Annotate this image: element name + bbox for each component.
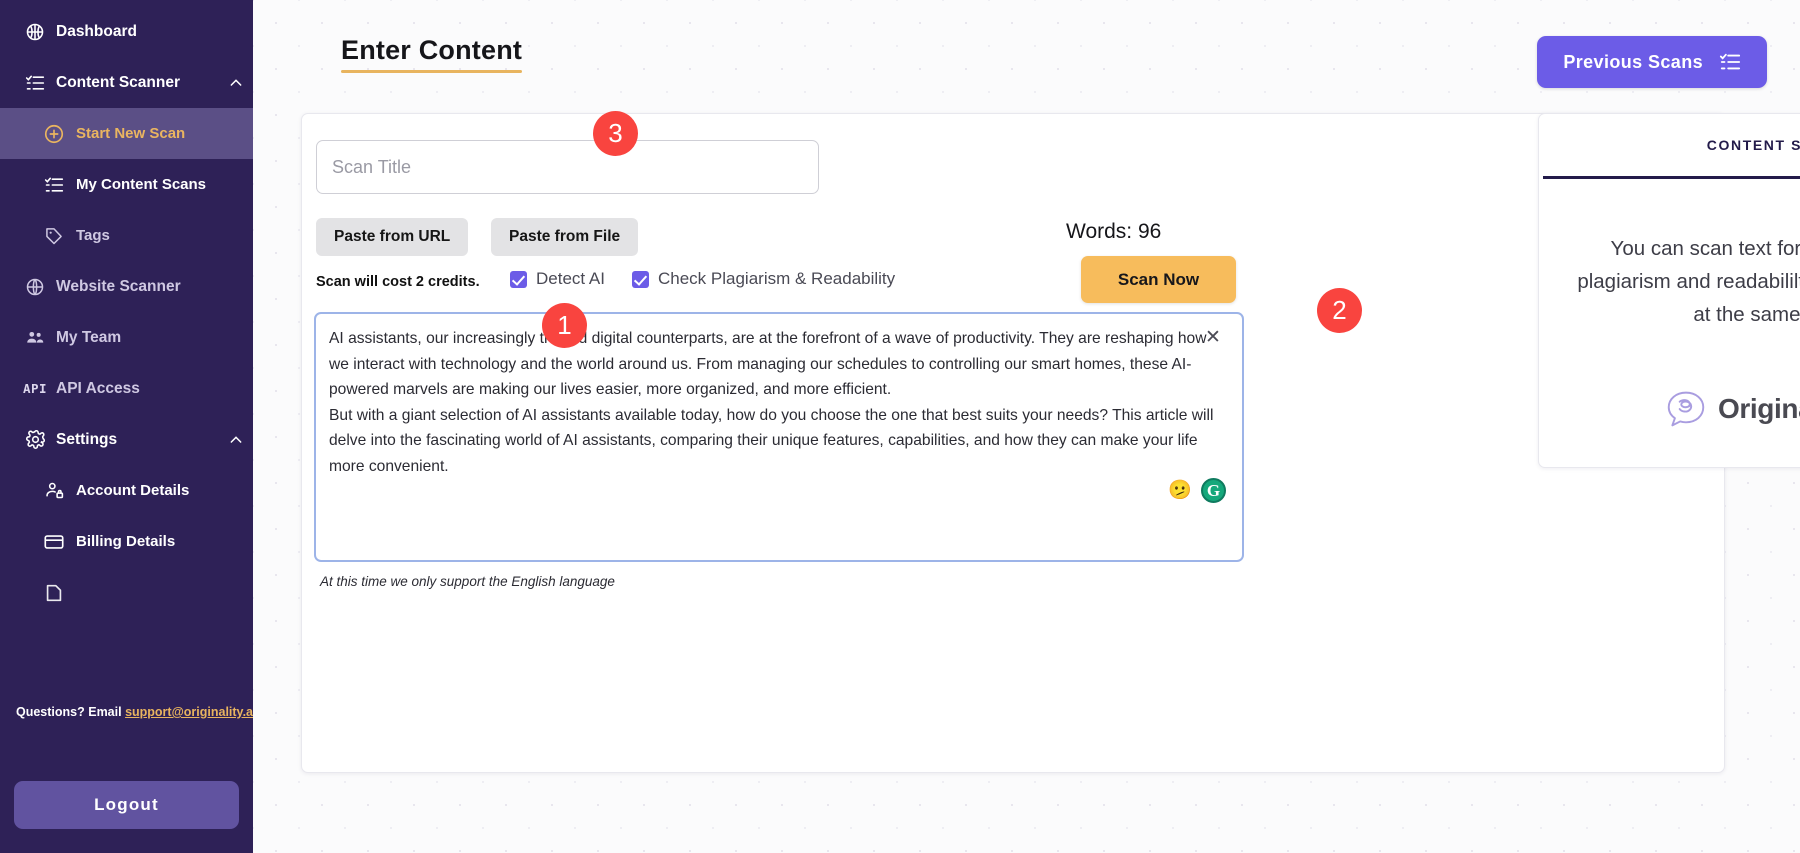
sidebar: Dashboard Content Scanner	[0, 0, 253, 853]
check-plagiarism-readability-checkbox-row[interactable]: Check Plagiarism & Readability	[632, 269, 895, 289]
sidebar-nav-list: Dashboard Content Scanner	[0, 0, 253, 618]
app-root: Dashboard Content Scanner	[0, 0, 1800, 853]
check-plagiarism-label: Check Plagiarism & Readability	[658, 269, 895, 289]
sidebar-item-label: API Access	[56, 380, 253, 398]
support-email-link[interactable]: support@originality.ai	[125, 705, 253, 719]
people-icon	[14, 327, 56, 349]
content-editor-wrapper: AI assistants, our increasingly trusted …	[314, 312, 1244, 562]
word-count: Words: 96	[1066, 220, 1161, 244]
sidebar-item-dashboard[interactable]: Dashboard	[0, 6, 253, 57]
dashboard-globe-icon	[14, 22, 56, 42]
sidebar-item-my-team[interactable]: My Team	[0, 312, 253, 363]
content-scan-result-card: CONTENT SCAN You can scan text for AI co…	[1538, 113, 1800, 468]
paste-from-url-button[interactable]: Paste from URL	[316, 218, 468, 256]
previous-scans-button[interactable]: Previous Scans	[1537, 36, 1767, 88]
language-support-note: At this time we only support the English…	[320, 574, 615, 589]
scan-description: You can scan text for AI content, for pl…	[1567, 232, 1800, 331]
sidebar-item-label: Start New Scan	[76, 125, 253, 142]
grammarly-emoji-icon[interactable]: 🫤	[1168, 481, 1192, 500]
support-prefix: Questions? Email	[16, 705, 125, 719]
sidebar-item-account-details[interactable]: Account Details	[0, 465, 253, 516]
globe-icon	[14, 277, 56, 297]
document-icon	[32, 582, 76, 604]
grammarly-icon[interactable]: G	[1201, 478, 1226, 503]
sidebar-item-label: Website Scanner	[56, 278, 253, 296]
sidebar-item-tags[interactable]: Tags	[0, 210, 253, 261]
sidebar-item-label: Settings	[56, 431, 219, 449]
tab-content-scan[interactable]: CONTENT SCAN	[1539, 137, 1800, 153]
sidebar-item-settings[interactable]: Settings	[0, 414, 253, 465]
sidebar-item-api-access[interactable]: API API Access	[0, 363, 253, 414]
logout-label: Logout	[94, 795, 159, 815]
chevron-up-icon[interactable]	[219, 432, 253, 448]
sidebar-item-label: Content Scanner	[56, 74, 219, 92]
api-badge-icon: API	[14, 381, 56, 396]
paste-from-file-button[interactable]: Paste from File	[491, 218, 638, 256]
sidebar-item-website-scanner[interactable]: Website Scanner	[0, 261, 253, 312]
tag-icon	[32, 226, 76, 246]
tab-underline	[1543, 176, 1800, 179]
detect-ai-checkbox-row[interactable]: Detect AI	[510, 269, 605, 289]
support-email-line: Questions? Email support@originality.ai	[0, 705, 253, 719]
checkbox-checked-icon[interactable]	[632, 271, 649, 288]
page-title: Enter Content	[341, 35, 522, 73]
detect-ai-label: Detect AI	[536, 269, 605, 289]
close-x-icon[interactable]: ✕	[1204, 329, 1222, 347]
sidebar-item-label: My Content Scans	[76, 176, 253, 193]
scan-now-button[interactable]: Scan Now	[1081, 256, 1236, 303]
checklist-icon	[1719, 51, 1741, 73]
sidebar-item-my-content-scans[interactable]: My Content Scans	[0, 159, 253, 210]
sidebar-item-content-scanner[interactable]: Content Scanner	[0, 57, 253, 108]
credit-card-icon	[32, 531, 76, 553]
sidebar-item-billing-details[interactable]: Billing Details	[0, 516, 253, 567]
step-badge-3: 3	[593, 111, 638, 156]
checklist-icon	[14, 73, 56, 93]
sidebar-item-label: My Team	[56, 329, 253, 347]
sidebar-item-label: Billing Details	[76, 533, 253, 550]
content-textarea[interactable]: AI assistants, our increasingly trusted …	[314, 312, 1244, 562]
main-content: Enter Content Previous Scans Paste from …	[253, 0, 1800, 853]
sidebar-item-truncated[interactable]	[0, 567, 253, 618]
sidebar-item-label: Account Details	[76, 482, 253, 499]
brand-name: Originality.ai	[1718, 393, 1800, 425]
scan-title-input[interactable]	[316, 140, 819, 194]
chevron-up-icon[interactable]	[219, 75, 253, 91]
step-badge-2: 2	[1317, 288, 1362, 333]
checkbox-checked-icon[interactable]	[510, 271, 527, 288]
checklist-icon	[32, 175, 76, 195]
brain-speech-bubble-icon	[1664, 389, 1708, 429]
logout-button[interactable]: Logout	[14, 781, 239, 829]
sidebar-item-label: Dashboard	[56, 23, 253, 41]
step-badge-1: 1	[542, 303, 587, 348]
sidebar-item-start-new-scan[interactable]: Start New Scan	[0, 108, 253, 159]
sidebar-item-label: Tags	[76, 227, 253, 244]
gear-icon	[14, 429, 56, 450]
user-lock-icon	[32, 480, 76, 501]
content-entry-card: Paste from URL Paste from File Scan will…	[301, 113, 1725, 773]
credit-cost-note: Scan will cost 2 credits.	[316, 274, 480, 290]
plus-circle-icon	[32, 123, 76, 145]
previous-scans-label: Previous Scans	[1563, 52, 1703, 73]
originality-brand: Originality.ai	[1539, 389, 1800, 429]
